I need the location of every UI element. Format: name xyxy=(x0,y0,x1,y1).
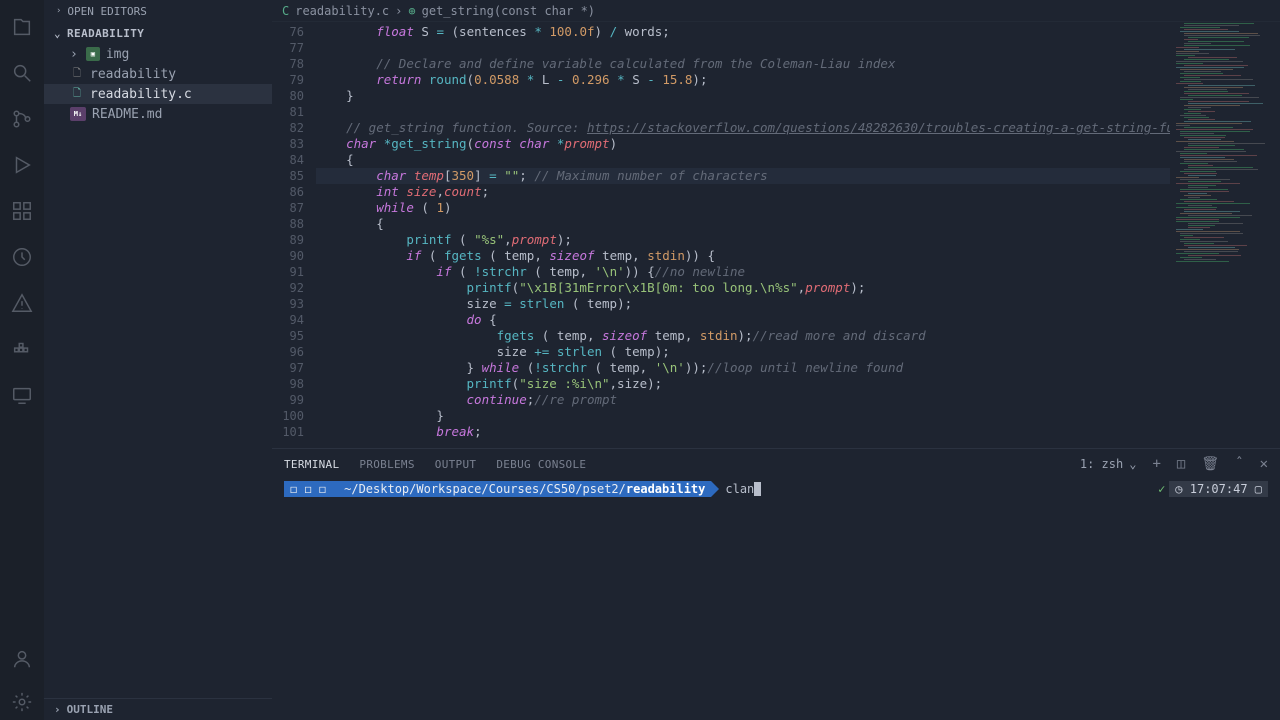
tree-file-readme[interactable]: M↓ README.md xyxy=(44,104,272,124)
breadcrumb-file: readability.c xyxy=(295,4,389,18)
maximize-panel-icon[interactable]: ˆ xyxy=(1235,456,1243,472)
terminal-name: 1: zsh xyxy=(1080,457,1123,471)
file-tree: ▣ img 🗋 readability 🗋 readability.c M↓ R… xyxy=(44,44,272,698)
chevron-right-icon: › xyxy=(56,6,61,16)
project-name: READABILITY xyxy=(67,27,144,40)
new-terminal-icon[interactable]: + xyxy=(1152,456,1160,472)
tree-label: img xyxy=(106,47,129,62)
c-file-icon: C xyxy=(282,4,289,18)
prompt-right: ✓ ◷ 17:07:47 ▢ xyxy=(1158,481,1268,497)
tab-terminal[interactable]: TERMINAL xyxy=(284,458,339,471)
tree-file-readability[interactable]: 🗋 readability xyxy=(44,64,272,84)
terminal-cursor xyxy=(754,482,761,496)
tree-label: README.md xyxy=(92,107,162,122)
file-icon: 🗋 xyxy=(70,67,84,81)
chevron-down-icon: ⌄ xyxy=(1129,457,1136,471)
terminal-command: clan xyxy=(725,482,754,496)
panel-tabs: TERMINAL PROBLEMS OUTPUT DEBUG CONSOLE 1… xyxy=(272,449,1280,479)
tree-label: readability xyxy=(90,67,176,82)
warning-icon[interactable] xyxy=(10,291,34,315)
split-terminal-icon[interactable]: ◫ xyxy=(1177,456,1185,472)
accounts-icon[interactable] xyxy=(10,647,34,671)
docker-icon[interactable] xyxy=(10,337,34,361)
clock-badge: ◷ 17:07:47 ▢ xyxy=(1169,481,1268,497)
terminal-selector[interactable]: 1: zsh ⌄ xyxy=(1080,457,1137,471)
activity-bar xyxy=(0,0,44,720)
kill-terminal-icon[interactable]: 🗑 xyxy=(1201,456,1219,472)
check-icon: ✓ xyxy=(1158,482,1165,496)
outline-label: OUTLINE xyxy=(67,703,113,716)
debug-icon[interactable] xyxy=(10,153,34,177)
md-file-icon: M↓ xyxy=(70,107,86,121)
tree-label: readability.c xyxy=(90,87,192,102)
close-panel-icon[interactable]: ✕ xyxy=(1260,456,1268,472)
line-gutter: 7677787980818283848586878889909192939495… xyxy=(272,22,316,448)
gear-icon[interactable] xyxy=(10,690,34,714)
tab-output[interactable]: OUTPUT xyxy=(435,458,477,471)
remote-icon[interactable] xyxy=(10,383,34,407)
tree-folder-img[interactable]: ▣ img xyxy=(44,44,272,64)
breadcrumb[interactable]: C readability.c › ⊕ get_string(const cha… xyxy=(272,0,1280,22)
prompt-segment-status: ◻ ◻ ◻ xyxy=(284,481,332,497)
chevron-down-icon: ⌄ xyxy=(54,27,61,40)
source-control-icon[interactable] xyxy=(10,107,34,131)
open-editors-section[interactable]: › OPEN EDITORS xyxy=(44,0,272,22)
explorer-icon[interactable] xyxy=(10,15,34,39)
open-editors-label: OPEN EDITORS xyxy=(67,5,146,18)
panel: TERMINAL PROBLEMS OUTPUT DEBUG CONSOLE 1… xyxy=(272,448,1280,720)
search-icon[interactable] xyxy=(10,61,34,85)
outline-section[interactable]: › OUTLINE xyxy=(44,698,272,720)
tab-debug-console[interactable]: DEBUG CONSOLE xyxy=(496,458,586,471)
code-area[interactable]: float S = (sentences * 100.0f) / words; … xyxy=(316,22,1170,448)
tree-file-readability-c[interactable]: 🗋 readability.c xyxy=(44,84,272,104)
folder-icon: ▣ xyxy=(86,47,100,61)
extensions-icon[interactable] xyxy=(10,199,34,223)
minimap[interactable] xyxy=(1170,22,1280,448)
editor[interactable]: 7677787980818283848586878889909192939495… xyxy=(272,22,1280,448)
chevron-right-icon: › xyxy=(54,703,61,716)
sidebar: › OPEN EDITORS ⌄ READABILITY ▣ img 🗋 rea… xyxy=(44,0,272,720)
tab-problems[interactable]: PROBLEMS xyxy=(359,458,414,471)
project-section[interactable]: ⌄ READABILITY xyxy=(44,22,272,44)
c-file-icon: 🗋 xyxy=(70,87,84,101)
terminal[interactable]: ◻ ◻ ◻ ~/Desktop/Workspace/Courses/CS50/p… xyxy=(272,479,1280,720)
breadcrumb-separator: › xyxy=(395,4,402,18)
test-icon[interactable] xyxy=(10,245,34,269)
prompt-segment-path: ~/Desktop/Workspace/Courses/CS50/pset2/r… xyxy=(332,481,711,497)
main: C readability.c › ⊕ get_string(const cha… xyxy=(272,0,1280,720)
function-icon: ⊕ xyxy=(408,4,415,18)
breadcrumb-symbol: get_string(const char *) xyxy=(422,4,595,18)
